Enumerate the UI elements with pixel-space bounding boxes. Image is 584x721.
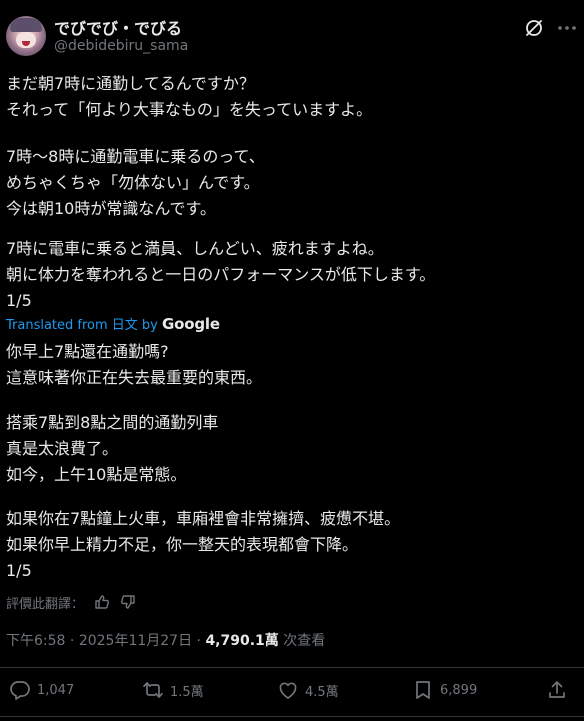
- reply-button[interactable]: 1,047: [9, 679, 74, 701]
- thumbs-up-icon[interactable]: [94, 594, 110, 610]
- share-button[interactable]: [546, 679, 568, 701]
- meta-separator: ·: [196, 633, 201, 649]
- heart-icon: [279, 682, 297, 699]
- avatar-hat: [10, 18, 42, 32]
- reply-icon: [10, 681, 30, 700]
- more-options-icon[interactable]: [556, 18, 578, 38]
- original-paragraph-2: 7時〜8時に通勤電車に乗るのって、 めちゃくちゃ「勿体ない」んです。 今は朝10…: [6, 147, 265, 218]
- bookmark-count: 6,899: [440, 682, 478, 698]
- bookmark-icon: [416, 681, 430, 699]
- avatar[interactable]: [6, 16, 46, 56]
- like-button[interactable]: 4.5萬: [277, 679, 339, 701]
- original-paragraph-1: まだ朝7時に通勤してるんですか？ それって「何より大事なもの」を失っていますよ。: [6, 74, 373, 119]
- views-label: 次查看: [283, 633, 326, 649]
- translated-paragraph-1: 你早上7點還在通勤嗎? 這意味著你正在失去最重要的東西。: [6, 342, 263, 387]
- original-paragraph-3: 7時に電車に乗ると満員、しんどい、疲れますよね。 朝に体力を奪われると一日のパフ…: [6, 239, 436, 310]
- post-time[interactable]: 下午6:58: [6, 633, 65, 649]
- google-logo: Google: [162, 315, 220, 333]
- translated-paragraph-2: 搭乘7點到8點之間的通勤列車 真是太浪費了。 如今，上午10點是常態。: [6, 413, 219, 484]
- like-count: 4.5萬: [305, 684, 339, 700]
- action-bar: 1,047 1.5萬 4.5萬 6,899: [0, 668, 584, 712]
- translated-paragraph-3: 如果你在7點鐘上火車，車廂裡會非常擁擠、疲憊不堪。 如果你早上精力不足，你一整天…: [6, 509, 401, 580]
- post-date[interactable]: 2025年11月27日: [79, 633, 192, 649]
- repost-count: 1.5萬: [170, 684, 204, 700]
- user-handle[interactable]: @debidebiru_sama: [54, 38, 188, 54]
- thumbs-down-icon[interactable]: [120, 594, 136, 610]
- bottom-divider: [0, 716, 584, 717]
- grok-icon[interactable]: [524, 18, 544, 38]
- translation-notice-text: Translated from 日文 by: [6, 318, 163, 333]
- tweet-header: でびでび・でびる @debidebiru_sama: [0, 0, 584, 70]
- display-name[interactable]: でびでび・でびる: [54, 15, 182, 39]
- rate-translation-label: 評價此翻譯：: [6, 596, 85, 612]
- translation-notice[interactable]: Translated from 日文 by Google: [6, 315, 220, 335]
- bookmark-button[interactable]: 6,899: [412, 679, 477, 701]
- share-icon: [549, 681, 565, 698]
- repost-icon: [143, 682, 163, 698]
- reply-count: 1,047: [37, 682, 75, 698]
- views-count: 4,790.1萬: [205, 633, 279, 649]
- meta-separator: ·: [69, 633, 75, 649]
- rate-translation-row: 評價此翻譯：: [6, 592, 136, 612]
- tweet-meta: 下午6:58 · 2025年11月27日 · 4,790.1萬 次查看: [6, 630, 325, 650]
- repost-button[interactable]: 1.5萬: [142, 679, 204, 701]
